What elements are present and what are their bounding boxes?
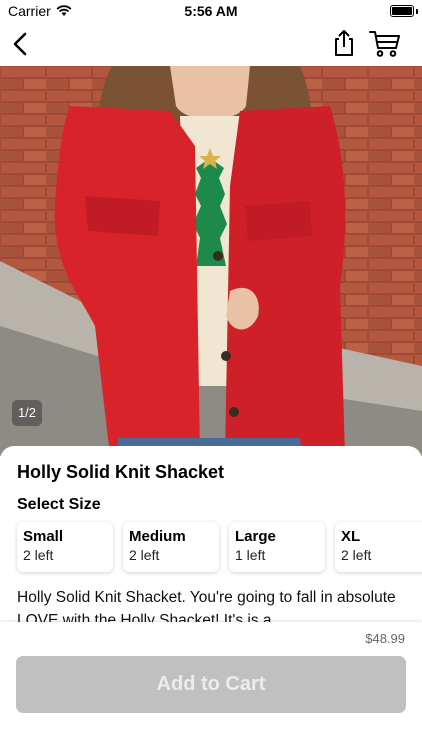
add-to-cart-button[interactable]: Add to Cart <box>16 656 406 713</box>
size-stock: 1 left <box>235 547 266 563</box>
size-name: XL <box>341 528 361 545</box>
product-image[interactable]: 1/2 <box>0 66 422 456</box>
product-description: Holly Solid Knit Shacket. You're going t… <box>17 589 396 626</box>
product-price: $48.99 <box>365 631 405 646</box>
back-chevron-icon <box>13 32 27 56</box>
size-option-medium[interactable]: Medium 2 left <box>123 522 219 572</box>
gallery-page-indicator: 1/2 <box>12 400 42 426</box>
status-bar: Carrier 5:56 AM <box>0 0 422 22</box>
back-button[interactable] <box>6 29 36 59</box>
battery-icon <box>390 5 414 17</box>
size-stock: 2 left <box>129 547 160 563</box>
navigation-bar <box>0 22 422 66</box>
select-size-heading: Select Size <box>17 496 101 513</box>
share-button[interactable] <box>330 28 358 58</box>
size-name: Large <box>235 528 276 545</box>
size-name: Small <box>23 528 64 545</box>
size-option-small[interactable]: Small 2 left <box>17 522 113 572</box>
share-icon <box>335 30 353 56</box>
product-title: Holly Solid Knit Shacket <box>17 462 225 482</box>
status-time: 5:56 AM <box>184 3 238 19</box>
size-stock: 2 left <box>341 547 372 563</box>
product-photo <box>0 66 422 456</box>
battery-tip <box>416 9 418 14</box>
size-options: Small 2 left Medium 2 left Large 1 left … <box>17 522 422 572</box>
size-name: Medium <box>129 528 186 545</box>
purchase-bar: $48.99 Add to Cart <box>0 622 422 750</box>
size-stock: 2 left <box>23 547 54 563</box>
size-option-large[interactable]: Large 1 left <box>229 522 325 572</box>
product-info-sheet: Holly Solid Knit Shacket Select Size Sma… <box>0 446 422 626</box>
size-option-xl[interactable]: XL 2 left <box>335 522 422 572</box>
cart-button[interactable] <box>368 28 402 58</box>
cart-icon <box>369 31 400 57</box>
product-detail-screen: Carrier 5:56 AM 1/2 Holly Solid Knit Sha… <box>0 0 422 750</box>
